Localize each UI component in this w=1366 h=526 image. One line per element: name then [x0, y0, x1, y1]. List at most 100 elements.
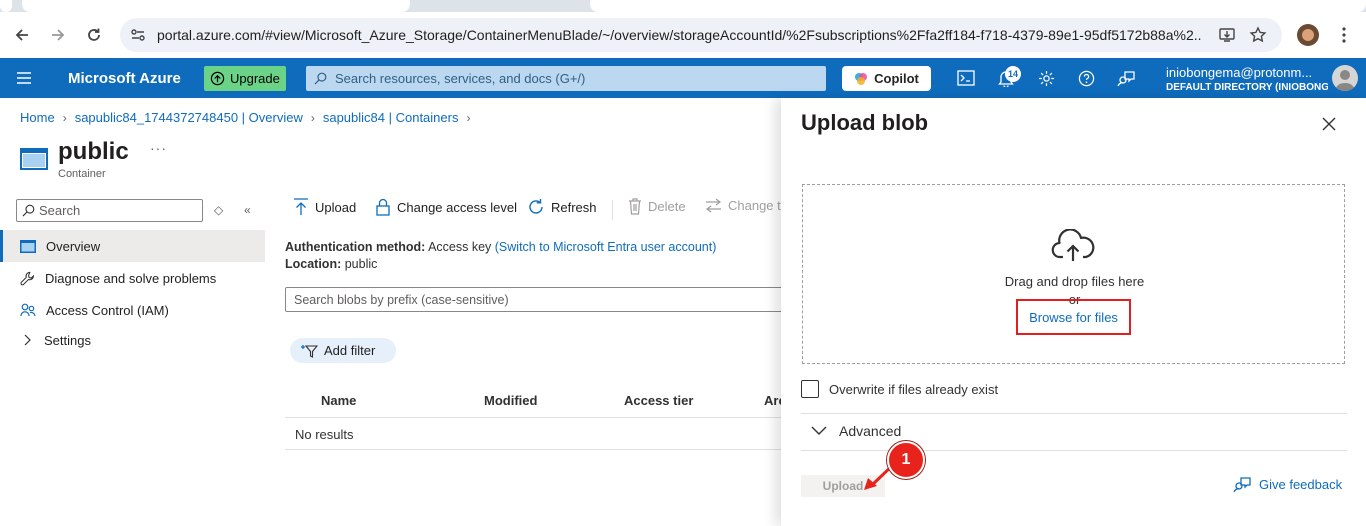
breadcrumb-containers[interactable]: sapublic84 | Containers	[323, 110, 459, 125]
address-bar[interactable]: portal.azure.com/#view/Microsoft_Azure_S…	[120, 18, 1282, 52]
swap-arrows-icon	[706, 198, 721, 213]
reload-button[interactable]	[82, 23, 106, 47]
site-settings-icon[interactable]	[129, 26, 147, 44]
global-search-placeholder: Search resources, services, and docs (G+…	[335, 71, 586, 86]
location-line: Location: public	[285, 257, 377, 271]
sort-up-down-icon[interactable]: ◇	[214, 203, 223, 217]
chevron-right-icon: ›	[466, 110, 471, 125]
install-app-icon[interactable]	[1216, 24, 1238, 46]
copilot-label: Copilot	[874, 71, 919, 86]
profile-avatar[interactable]	[1297, 24, 1319, 46]
feedback-icon	[1233, 477, 1251, 493]
global-search-input[interactable]: Search resources, services, and docs (G+…	[306, 66, 826, 91]
settings-gear-icon[interactable]	[1036, 68, 1056, 88]
blob-search-placeholder: Search blobs by prefix (case-sensitive)	[294, 292, 509, 307]
browser-tab[interactable]	[22, 0, 410, 12]
breadcrumb: Home › sapublic84_1744372748450 | Overvi…	[20, 110, 470, 125]
close-icon[interactable]	[1321, 116, 1337, 132]
people-icon	[20, 303, 36, 316]
hamburger-menu-icon[interactable]	[16, 70, 32, 86]
more-options-button[interactable]: ···	[150, 140, 167, 156]
search-icon	[314, 72, 327, 85]
collapse-nav-icon[interactable]: «	[244, 203, 251, 217]
chevron-down-icon	[811, 426, 827, 435]
refresh-command[interactable]: Refresh	[527, 198, 597, 216]
browser-tab[interactable]	[0, 0, 12, 12]
azure-brand[interactable]: Microsoft Azure	[68, 70, 181, 87]
back-button[interactable]	[10, 23, 34, 47]
browser-menu-button[interactable]	[1332, 23, 1356, 47]
url-text: portal.azure.com/#view/Microsoft_Azure_S…	[157, 27, 1202, 43]
search-icon	[22, 204, 35, 217]
delete-command[interactable]: Delete	[628, 198, 686, 215]
filter-add-icon	[301, 344, 318, 358]
column-header-access-tier[interactable]: Access tier	[624, 393, 693, 408]
delete-command-label: Delete	[648, 199, 686, 214]
chevron-right-icon	[24, 334, 31, 346]
column-header-modified[interactable]: Modified	[484, 393, 537, 408]
browser-tab-strip	[0, 0, 1366, 12]
add-filter-button[interactable]: Add filter	[290, 338, 396, 363]
lock-icon	[376, 198, 390, 216]
browser-toolbar: portal.azure.com/#view/Microsoft_Azure_S…	[0, 12, 1366, 58]
kebab-menu-icon	[1342, 27, 1346, 43]
blob-prefix-search-input[interactable]: Search blobs by prefix (case-sensitive)	[285, 287, 805, 312]
help-icon[interactable]	[1076, 68, 1096, 88]
advanced-label: Advanced	[839, 423, 902, 439]
table-divider	[285, 449, 785, 450]
switch-auth-link[interactable]: (Switch to Microsoft Entra user account)	[495, 240, 717, 254]
notification-count-badge: 14	[1005, 66, 1021, 82]
browse-files-label: Browse for files	[1029, 309, 1118, 325]
breadcrumb-storage-overview[interactable]: sapublic84_1744372748450 | Overview	[75, 110, 303, 125]
nav-search-placeholder: Search	[39, 203, 81, 218]
command-divider	[612, 200, 613, 220]
column-header-name[interactable]: Name	[321, 393, 356, 408]
change-access-level-command[interactable]: Change access level	[375, 198, 517, 216]
panel-title: Upload blob	[801, 110, 929, 135]
change-tier-command[interactable]: Change t	[705, 198, 781, 213]
location-value: public	[344, 257, 378, 271]
sidebar-item-label: Diagnose and solve problems	[45, 270, 217, 286]
step-marker: 1	[887, 441, 925, 479]
file-drop-zone[interactable]: Drag and drop files here or Browse for f…	[802, 184, 1345, 364]
upload-command[interactable]: Upload	[293, 198, 356, 216]
panel-divider	[801, 450, 1347, 451]
bookmark-star-icon[interactable]	[1247, 24, 1269, 46]
empty-table-message: No results	[295, 427, 354, 442]
user-avatar[interactable]	[1332, 65, 1358, 91]
sidebar-item-settings[interactable]: Settings	[0, 324, 265, 356]
browse-files-button[interactable]: Browse for files	[1016, 299, 1131, 335]
browser-tab[interactable]	[590, 0, 1366, 12]
chevron-right-icon: ›	[62, 110, 67, 125]
sidebar-item-overview[interactable]: Overview	[0, 230, 265, 262]
account-info[interactable]: iniobongema@protonm... DEFAULT DIRECTORY…	[1166, 65, 1328, 95]
advanced-section-toggle[interactable]: Advanced	[811, 423, 901, 439]
nav-search-input[interactable]: Search	[16, 199, 203, 222]
upload-arrow-icon	[294, 198, 308, 215]
container-icon	[20, 239, 36, 253]
sidebar-item-diagnose[interactable]: Diagnose and solve problems	[0, 262, 265, 294]
sidebar-item-access-control[interactable]: Access Control (IAM)	[0, 294, 265, 326]
copilot-icon	[855, 72, 868, 85]
account-email: iniobongema@protonm...	[1166, 65, 1313, 80]
auth-method-line: Authentication method: Access key (Switc…	[285, 240, 716, 254]
sidebar-item-label: Access Control (IAM)	[46, 302, 169, 318]
table-divider	[285, 417, 785, 418]
azure-top-bar: Microsoft Azure Upgrade Search resources…	[0, 58, 1366, 98]
overwrite-checkbox-row[interactable]: Overwrite if files already exist	[801, 380, 998, 398]
upload-command-label: Upload	[315, 199, 357, 215]
page-title: public	[58, 138, 129, 165]
change-tier-label: Change t	[728, 198, 781, 213]
feedback-icon[interactable]	[1116, 68, 1136, 88]
overwrite-checkbox[interactable]	[801, 380, 819, 398]
give-feedback-link[interactable]: Give feedback	[1233, 476, 1342, 493]
upgrade-label: Upgrade	[230, 71, 280, 86]
auth-method-value: Access key	[428, 240, 492, 254]
cloud-shell-icon[interactable]	[956, 68, 976, 88]
breadcrumb-home[interactable]: Home	[20, 110, 55, 125]
upgrade-button[interactable]: Upgrade	[204, 66, 286, 91]
copilot-button[interactable]: Copilot	[842, 66, 931, 91]
forward-button[interactable]	[46, 23, 70, 47]
back-arrow-icon	[15, 29, 28, 41]
panel-divider	[801, 413, 1347, 414]
